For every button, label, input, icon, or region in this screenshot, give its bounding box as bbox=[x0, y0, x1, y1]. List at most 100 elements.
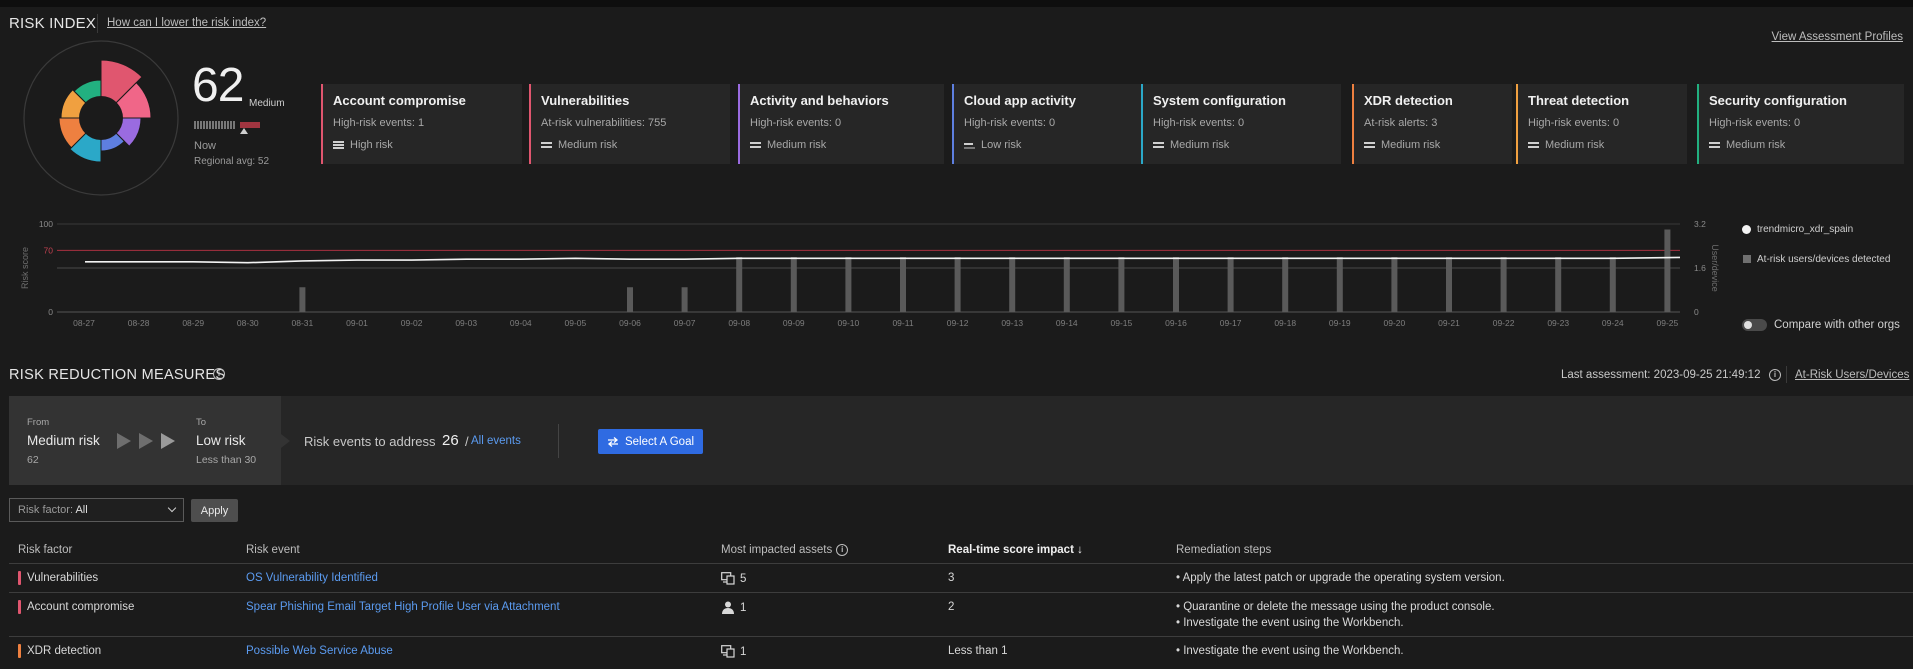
x-tick-label: 09-25 bbox=[1657, 318, 1679, 328]
y2-axis-title: User/device bbox=[1710, 244, 1720, 292]
risk-level-marker-icon bbox=[240, 128, 248, 134]
medium-risk-icon bbox=[750, 141, 761, 149]
col-risk-factor[interactable]: Risk factor bbox=[18, 544, 72, 556]
card-title: Account compromise bbox=[333, 93, 466, 108]
high-risk-icon bbox=[333, 141, 344, 149]
events-count: 26 bbox=[442, 432, 459, 449]
card-threat-detection[interactable]: Threat detection High-risk events: 0 Med… bbox=[1516, 84, 1687, 164]
bar-at-risk-users bbox=[1609, 257, 1616, 312]
bar-at-risk-users bbox=[900, 257, 906, 312]
from-score: 62 bbox=[27, 454, 39, 466]
row-risk-factor: Vulnerabilities bbox=[27, 572, 99, 584]
row-risk-factor: Account compromise bbox=[27, 601, 135, 613]
divider bbox=[558, 424, 559, 458]
row-remediation-step: • Apply the latest patch or upgrade the … bbox=[1176, 572, 1505, 584]
x-tick-label: 09-13 bbox=[1001, 318, 1023, 328]
top-strip bbox=[0, 0, 1913, 7]
x-tick-label: 09-09 bbox=[783, 318, 805, 328]
col-most-impacted-assets-label: Most impacted assets bbox=[721, 544, 833, 556]
header-divider bbox=[97, 14, 98, 33]
row-risk-event-link[interactable]: OS Vulnerability Identified bbox=[246, 572, 378, 584]
col-remediation-steps: Remediation steps bbox=[1176, 544, 1272, 556]
medium-risk-icon bbox=[1709, 141, 1720, 149]
apply-button[interactable]: Apply bbox=[191, 499, 238, 522]
card-stat: At-risk vulnerabilities: 755 bbox=[541, 117, 667, 129]
row-risk-event-link[interactable]: Spear Phishing Email Target High Profile… bbox=[246, 601, 560, 613]
bar-at-risk-users bbox=[1173, 257, 1179, 312]
x-tick-label: 08-30 bbox=[237, 318, 259, 328]
row-remediation-step: • Quarantine or delete the message using… bbox=[1176, 601, 1495, 613]
risk-factor-select[interactable]: Risk factor: All bbox=[9, 498, 184, 522]
col-score-impact[interactable]: Real-time score impact ↓ bbox=[948, 544, 1083, 556]
card-xdr-detection[interactable]: XDR detection At-risk alerts: 3 Medium r… bbox=[1352, 84, 1512, 164]
legend-line-marker bbox=[1742, 225, 1751, 234]
card-cloud-app-activity[interactable]: Cloud app activity High-risk events: 0 L… bbox=[952, 84, 1145, 164]
row-score-impact: Less than 1 bbox=[948, 645, 1008, 657]
card-title: Vulnerabilities bbox=[541, 93, 630, 108]
row-risk-factor: XDR detection bbox=[27, 645, 102, 657]
card-security-configuration[interactable]: Security configuration High-risk events:… bbox=[1697, 84, 1904, 164]
last-assessment: Last assessment: 2023-09-25 21:49:12 bbox=[1561, 369, 1761, 381]
bar-at-risk-users bbox=[1009, 257, 1016, 312]
bar-at-risk-users bbox=[1282, 257, 1289, 312]
card-system-configuration[interactable]: System configuration High-risk events: 0… bbox=[1141, 84, 1341, 164]
row-assets[interactable]: 1 bbox=[721, 601, 746, 614]
x-tick-label: 09-23 bbox=[1547, 318, 1569, 328]
row-assets[interactable]: 5 bbox=[721, 572, 746, 585]
info-icon[interactable]: i bbox=[213, 368, 225, 380]
bar-at-risk-users bbox=[1555, 257, 1562, 312]
compare-toggle[interactable] bbox=[1742, 319, 1767, 331]
card-level: Medium risk bbox=[1381, 139, 1441, 151]
asset-count: 1 bbox=[740, 601, 747, 614]
play-arrow-icon bbox=[117, 433, 131, 449]
bar-at-risk-users bbox=[790, 257, 797, 312]
risk-color-bar bbox=[18, 571, 21, 585]
row-risk-event-link[interactable]: Possible Web Service Abuse bbox=[246, 645, 393, 657]
x-tick-label: 09-04 bbox=[510, 318, 532, 328]
x-tick-label: 09-02 bbox=[401, 318, 423, 328]
card-level: Medium risk bbox=[558, 139, 618, 151]
from-value: Medium risk bbox=[27, 433, 100, 448]
bar-at-risk-users bbox=[845, 257, 852, 312]
x-tick-label: 08-27 bbox=[73, 318, 95, 328]
y2-tick-label: 1.6 bbox=[1694, 263, 1706, 273]
col-risk-event[interactable]: Risk event bbox=[246, 544, 300, 556]
to-label: To bbox=[196, 417, 207, 428]
all-events-link[interactable]: All events bbox=[471, 435, 521, 447]
legend-bar-marker bbox=[1743, 255, 1751, 263]
compare-toggle-label: Compare with other orgs bbox=[1774, 319, 1900, 331]
info-icon[interactable]: i bbox=[1769, 369, 1781, 381]
card-title: Activity and behaviors bbox=[750, 93, 889, 108]
bar-at-risk-users bbox=[1227, 257, 1234, 312]
regional-average: Regional avg: 52 bbox=[194, 156, 270, 167]
asset-count: 5 bbox=[740, 572, 747, 585]
col-score-impact-label: Real-time score impact bbox=[948, 544, 1074, 556]
info-icon[interactable]: i bbox=[836, 544, 849, 556]
bar-at-risk-users bbox=[1336, 257, 1343, 312]
from-to-pointer bbox=[281, 434, 290, 448]
card-vulnerabilities[interactable]: Vulnerabilities At-risk vulnerabilities:… bbox=[529, 84, 730, 164]
row-score-impact: 2 bbox=[948, 601, 955, 613]
card-level: Medium risk bbox=[1545, 139, 1605, 151]
row-assets[interactable]: 1 bbox=[721, 645, 746, 658]
x-tick-label: 09-14 bbox=[1056, 318, 1078, 328]
bar-at-risk-users bbox=[736, 257, 743, 312]
select-goal-button[interactable]: Select A Goal bbox=[598, 429, 703, 454]
col-most-impacted-assets[interactable]: Most impacted assets i bbox=[721, 544, 849, 556]
legend-series-2: At-risk users/devices detected bbox=[1757, 254, 1891, 265]
sort-desc-icon: ↓ bbox=[1077, 544, 1083, 556]
x-tick-label: 09-19 bbox=[1329, 318, 1351, 328]
from-label: From bbox=[27, 417, 50, 428]
card-activity-behaviors[interactable]: Activity and behaviors High-risk events:… bbox=[738, 84, 944, 164]
view-assessment-profiles-link[interactable]: View Assessment Profiles bbox=[1772, 31, 1903, 43]
at-risk-users-link[interactable]: At-Risk Users/Devices bbox=[1795, 369, 1909, 381]
card-title: Threat detection bbox=[1528, 93, 1630, 108]
x-tick-label: 09-08 bbox=[728, 318, 750, 328]
card-account-compromise[interactable]: Account compromise High-risk events: 1 H… bbox=[321, 84, 522, 164]
x-tick-label: 09-21 bbox=[1438, 318, 1460, 328]
row-divider bbox=[9, 636, 1913, 637]
x-tick-label: 09-10 bbox=[838, 318, 860, 328]
help-link[interactable]: How can I lower the risk index? bbox=[107, 17, 266, 29]
x-tick-label: 09-20 bbox=[1384, 318, 1406, 328]
row-divider bbox=[9, 592, 1913, 593]
